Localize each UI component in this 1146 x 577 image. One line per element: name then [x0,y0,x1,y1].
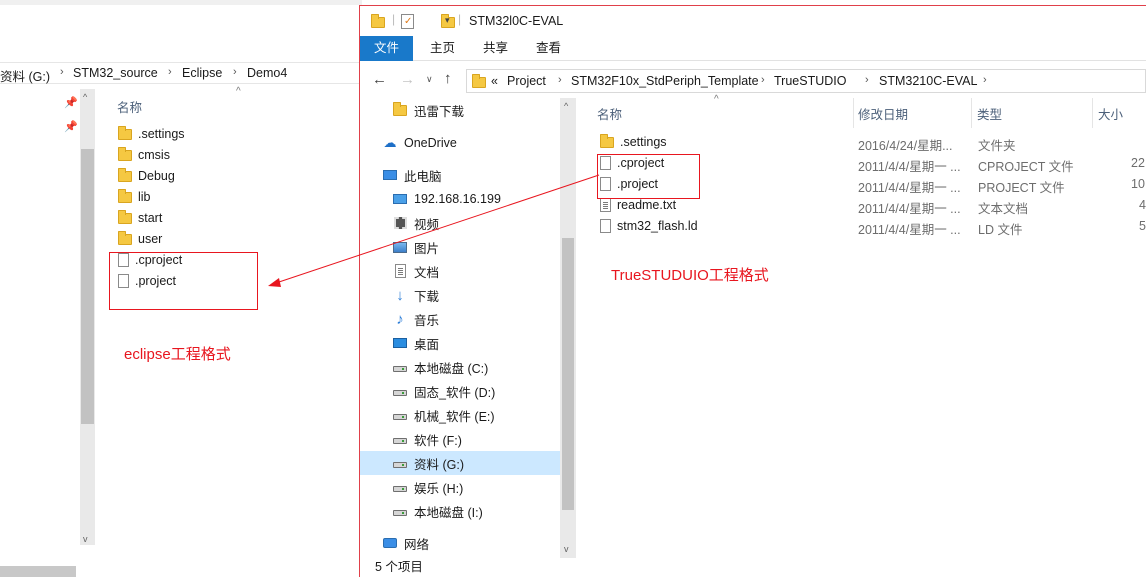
eclipse-format-label: eclipse工程格式 [124,346,231,363]
arrow-head [268,278,281,287]
annotation-arrow [268,174,600,287]
arrow-line [275,174,600,284]
truestudio-format-label: TrueSTUDUIO工程格式 [611,267,769,284]
